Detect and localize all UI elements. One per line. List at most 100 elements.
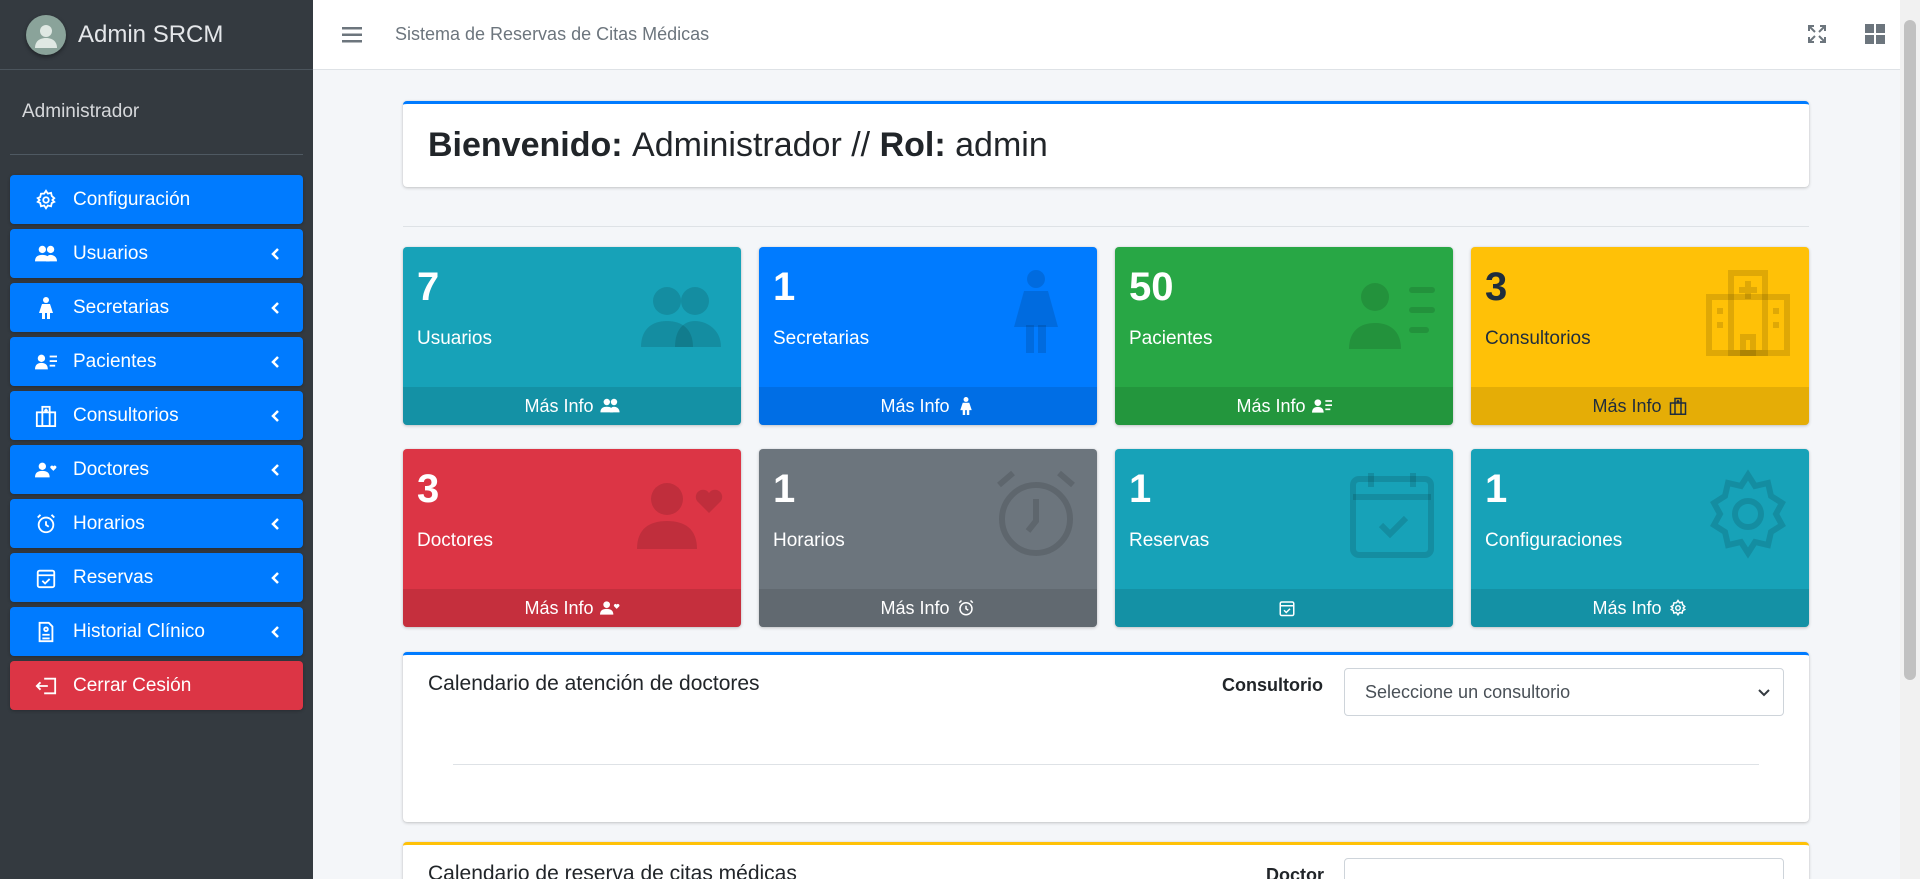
sidebar-item-secretarias[interactable]: Secretarias — [10, 283, 303, 332]
user-panel[interactable]: Administrador — [10, 70, 303, 155]
calendar-check-icon — [1277, 598, 1297, 618]
sidebar-item-label: Pacientes — [73, 350, 157, 372]
mas-info-link[interactable]: Más Info — [759, 589, 1097, 627]
stat-box-horarios: 1 Horarios Más Info — [759, 449, 1097, 627]
role-label: Rol: — [879, 126, 946, 164]
chevron-left-icon — [271, 409, 279, 422]
footer-label: Más Info — [1592, 597, 1662, 618]
hospital-icon — [34, 404, 58, 428]
address-card-icon — [1311, 396, 1332, 416]
stat-box-doctores: 3 Doctores Más Info — [403, 449, 741, 627]
users-icon — [599, 396, 620, 416]
address-card-icon — [1349, 283, 1435, 349]
sidebar-item-label: Historial Clínico — [73, 620, 205, 642]
hospital-icon — [1706, 270, 1790, 356]
mas-info-link[interactable]: Más Info — [403, 387, 741, 425]
mas-info-link[interactable]: Más Info — [1115, 387, 1453, 425]
sidebar-item-pacientes[interactable]: Pacientes — [10, 337, 303, 386]
stat-label: Reservas — [1129, 530, 1210, 551]
sidebar-nav: Configuración Usuarios Secretarias Pacie… — [0, 155, 313, 710]
welcome-user: Administrador // — [632, 126, 871, 164]
consultorio-select[interactable]: Seleccione un consultorio — [1344, 668, 1784, 716]
stat-box-secretarias: 1 Secretarias Más Info — [759, 247, 1097, 425]
card-title: Calendario de atención de doctores — [428, 672, 760, 695]
sidebar-item-label: Consultorios — [73, 404, 179, 426]
reservas-link[interactable] — [1115, 589, 1453, 627]
stat-count: 3 — [417, 467, 440, 511]
sidebar-item-doctores[interactable]: Doctores — [10, 445, 303, 494]
sidebar-item-horarios[interactable]: Horarios — [10, 499, 303, 548]
user-heart-icon — [34, 458, 58, 482]
user-heart-icon — [599, 598, 620, 618]
stat-count: 50 — [1129, 265, 1174, 309]
sidebar-item-label: Usuarios — [73, 242, 148, 264]
card-title: Calendario de reserva de citas médicas — [428, 862, 797, 879]
role-value: admin — [955, 126, 1048, 164]
chevron-left-icon — [271, 625, 279, 638]
page-scrollbar[interactable] — [1900, 0, 1920, 879]
stat-count: 1 — [1129, 467, 1152, 511]
divider — [403, 226, 1809, 227]
select-value: Seleccione un consultorio — [1365, 681, 1571, 702]
sidebar-item-label: Reservas — [73, 566, 154, 588]
hamburger-menu-icon[interactable] — [339, 22, 365, 48]
stat-box-reservas: 1 Reservas — [1115, 449, 1453, 627]
doctor-select[interactable] — [1344, 858, 1784, 879]
stat-label: Doctores — [417, 530, 494, 551]
mas-info-link[interactable]: Más Info — [403, 589, 741, 627]
sidebar-item-label: Cerrar Cesión — [73, 674, 192, 696]
consultorio-label: Consultorio — [1222, 675, 1323, 695]
sidebar-item-label: Doctores — [73, 458, 150, 480]
fullscreen-icon[interactable] — [1806, 23, 1828, 45]
welcome-card: Bienvenido: Administrador // Rol: admin — [403, 101, 1809, 187]
address-card-icon — [34, 350, 58, 374]
doctor-label: Doctor — [1266, 865, 1324, 879]
app-title-link[interactable]: Sistema de Reservas de Citas Médicas — [395, 24, 709, 45]
stats-grid: 7 Usuarios Más Info 1 Secretarias Más In… — [403, 247, 1809, 627]
mas-info-link[interactable]: Más Info — [759, 387, 1097, 425]
sidebar-item-cerrar-sesion[interactable]: Cerrar Cesión — [10, 661, 303, 710]
chevron-left-icon — [271, 517, 279, 530]
stat-box-pacientes: 50 Pacientes Más Info — [1115, 247, 1453, 425]
mas-info-link[interactable]: Más Info — [1471, 387, 1809, 425]
stat-label: Configuraciones — [1485, 530, 1623, 551]
chevron-left-icon — [271, 571, 279, 584]
sidebar-item-label: Secretarias — [73, 296, 170, 318]
users-icon — [34, 242, 58, 266]
calendar-reservas-card: Calendario de reserva de citas médicas D… — [403, 842, 1809, 879]
sidebar-item-consultorios[interactable]: Consultorios — [10, 391, 303, 440]
mas-info-link[interactable]: Más Info — [1471, 589, 1809, 627]
calendar-doctors-card: Calendario de atención de doctores Consu… — [403, 652, 1809, 822]
users-icon — [641, 287, 721, 347]
sidebar-item-configuracion[interactable]: Configuración — [10, 175, 303, 224]
user-name: Administrador — [22, 101, 140, 122]
logout-icon — [34, 674, 58, 698]
file-medical-icon — [34, 620, 58, 644]
footer-label: Más Info — [880, 395, 950, 416]
chevron-left-icon — [271, 463, 279, 476]
stat-box-consultorios: 3 Consultorios Más Info — [1471, 247, 1809, 425]
sidebar-item-usuarios[interactable]: Usuarios — [10, 229, 303, 278]
stat-count: 1 — [1485, 467, 1508, 511]
control-sidebar-icon[interactable] — [1864, 23, 1886, 45]
footer-label: Más Info — [1236, 395, 1306, 416]
stat-count: 3 — [1485, 265, 1508, 309]
stat-label: Usuarios — [417, 328, 492, 349]
sidebar: Admin SRCM Administrador Configuración U… — [0, 0, 313, 879]
stat-label: Pacientes — [1129, 328, 1213, 349]
chevron-left-icon — [271, 355, 279, 368]
calendar-check-icon — [1350, 473, 1434, 558]
calendar-check-icon — [34, 566, 58, 590]
main-content: Bienvenido: Administrador // Rol: admin … — [403, 101, 1809, 879]
gear-icon — [1668, 598, 1688, 618]
scrollbar-thumb[interactable] — [1904, 20, 1916, 680]
hospital-icon — [1668, 396, 1688, 416]
brand-link[interactable]: Admin SRCM — [0, 0, 313, 70]
sidebar-item-historial-clinico[interactable]: Historial Clínico — [10, 607, 303, 656]
footer-label: Más Info — [524, 395, 594, 416]
sidebar-item-reservas[interactable]: Reservas — [10, 553, 303, 602]
user-heart-icon — [637, 483, 723, 549]
person-dress-icon — [1014, 270, 1058, 353]
footer-label: Más Info — [524, 597, 594, 618]
stat-label: Secretarias — [773, 328, 870, 349]
